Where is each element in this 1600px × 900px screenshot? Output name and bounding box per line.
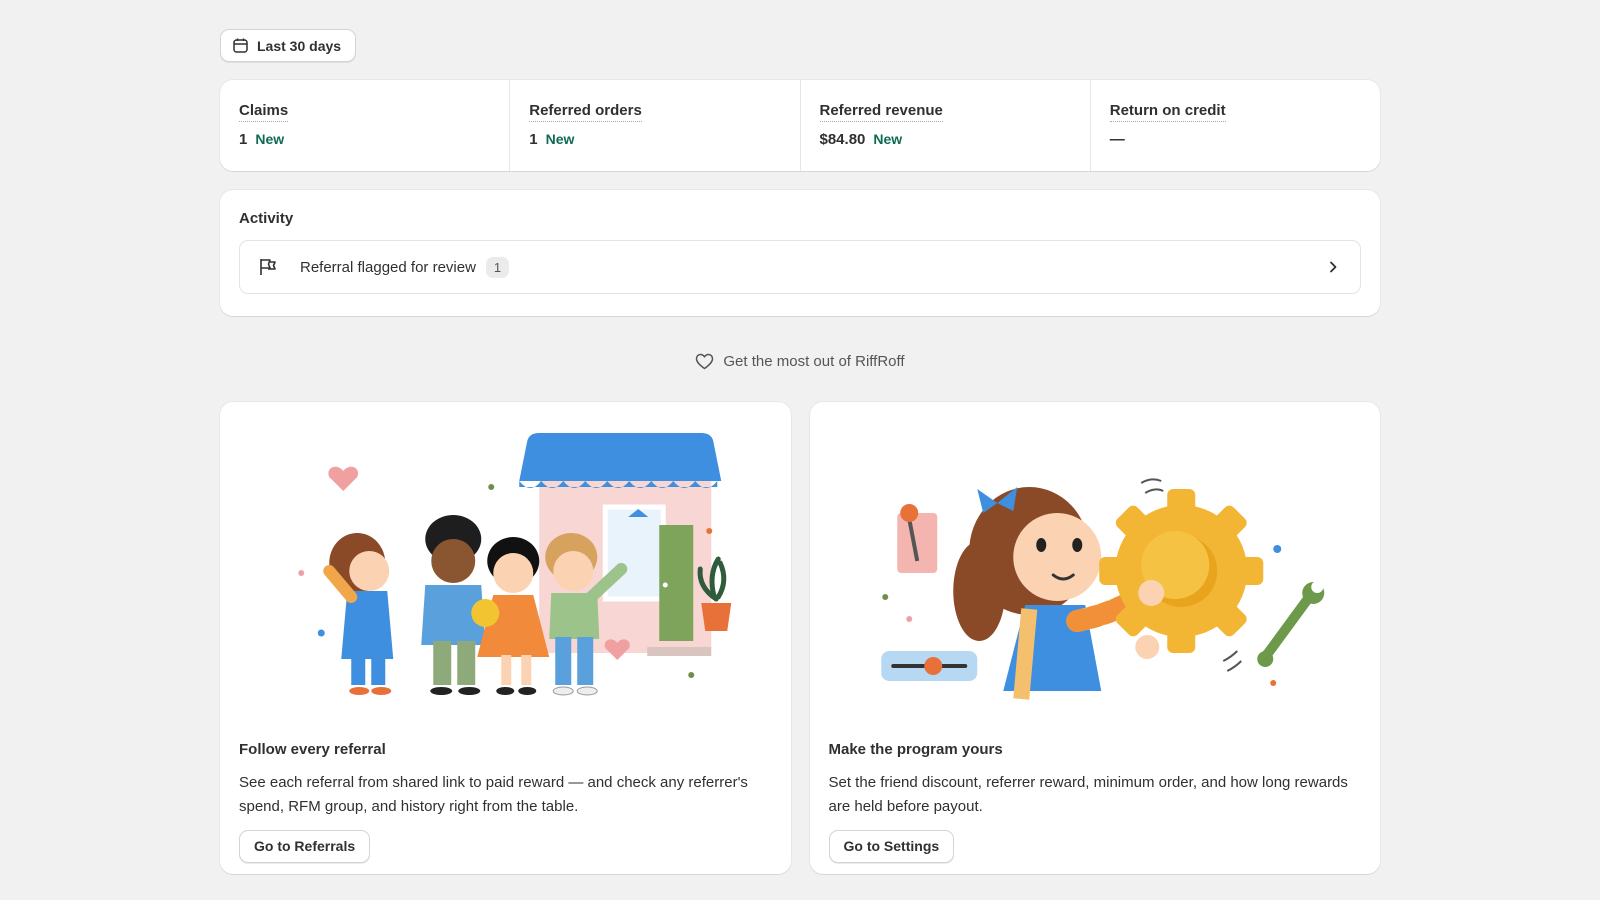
feature-title: Follow every referral bbox=[239, 741, 386, 758]
activity-card: Activity Referral flagged for review 1 bbox=[220, 190, 1380, 316]
metric-new-badge: New bbox=[255, 131, 285, 147]
heart-icon bbox=[696, 353, 714, 369]
activity-title: Activity bbox=[239, 210, 294, 227]
feature-description: See each referral from shared link to pa… bbox=[239, 774, 748, 815]
metric-value-row: 1 New bbox=[239, 131, 490, 148]
metric-value-row: 1 New bbox=[529, 131, 780, 148]
feature-cards: Follow every referral See each referral … bbox=[220, 402, 1380, 874]
calendar-icon bbox=[233, 38, 248, 53]
date-range-button[interactable]: Last 30 days bbox=[220, 29, 357, 62]
metric-claims[interactable]: Claims 1 New bbox=[220, 80, 511, 171]
metric-value-row: $84.80 New bbox=[820, 131, 1071, 148]
metric-new-badge: New bbox=[545, 131, 575, 147]
metric-value: — bbox=[1109, 131, 1125, 148]
count-badge: 1 bbox=[485, 256, 510, 278]
feature-card-settings: Make the program yours Set the friend di… bbox=[809, 402, 1380, 874]
feature-title: Make the program yours bbox=[828, 741, 1003, 758]
tip-text: Get the most out of RiffRoff bbox=[723, 352, 905, 370]
metric-label[interactable]: Return on credit bbox=[1109, 102, 1226, 122]
go-to-settings-button[interactable]: Go to Settings bbox=[828, 830, 955, 863]
flag-icon bbox=[260, 259, 276, 275]
metric-return-on-credit[interactable]: Return on credit — bbox=[1091, 80, 1380, 171]
metric-value: 1 bbox=[529, 131, 538, 148]
tip-banner: Get the most out of RiffRoff bbox=[220, 350, 1380, 372]
metric-new-badge: New bbox=[873, 131, 903, 147]
metric-referred-orders[interactable]: Referred orders 1 New bbox=[510, 80, 801, 171]
activity-item-label: Referral flagged for review bbox=[300, 258, 476, 276]
metric-label[interactable]: Claims bbox=[239, 102, 289, 122]
metric-label[interactable]: Referred orders bbox=[529, 102, 642, 122]
referral-kids-illustration bbox=[298, 433, 732, 696]
chevron-right-icon bbox=[1330, 261, 1337, 273]
metric-value: $84.80 bbox=[819, 131, 866, 148]
metric-referred-revenue[interactable]: Referred revenue $84.80 New bbox=[801, 80, 1091, 171]
feature-card-referrals: Follow every referral See each referral … bbox=[220, 402, 791, 874]
metric-value: 1 bbox=[239, 131, 248, 148]
go-to-referrals-button[interactable]: Go to Referrals bbox=[239, 830, 371, 863]
referral-dashboard: Last 30 days Claims 1 New Referred order… bbox=[220, 29, 1380, 874]
metrics-card: Claims 1 New Referred orders 1 New Refer… bbox=[220, 80, 1380, 171]
date-range-label: Last 30 days bbox=[257, 37, 342, 54]
metric-label[interactable]: Referred revenue bbox=[819, 102, 943, 122]
settings-girl-illustration bbox=[880, 478, 1324, 700]
metric-value-row: — bbox=[1110, 131, 1361, 148]
feature-description: Set the friend discount, referrer reward… bbox=[828, 774, 1348, 815]
activity-item-flagged-referral[interactable]: Referral flagged for review 1 bbox=[239, 240, 1361, 294]
